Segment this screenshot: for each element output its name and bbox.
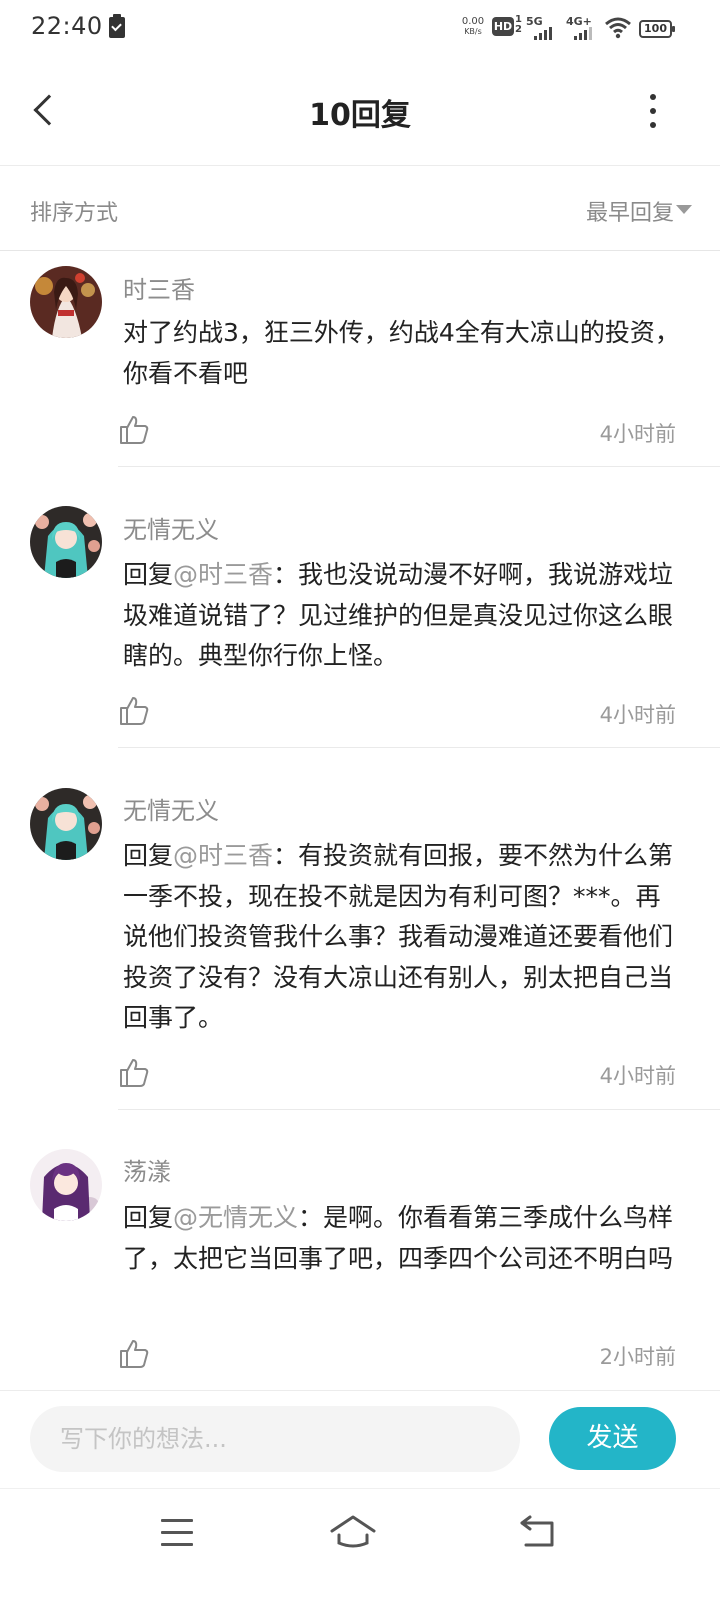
thumbs-up-icon[interactable] xyxy=(118,414,150,446)
home-icon[interactable] xyxy=(328,1509,378,1553)
reply-prefix: 回复 xyxy=(123,1203,174,1232)
comment-item: 无情无义 回复@时三香：我也没说动漫不好啊，我说游戏垃圾难道说错了？见过维护的但… xyxy=(0,492,720,750)
caret-down-icon[interactable] xyxy=(676,205,692,214)
comment-item: 荡漾 回复@无情无义：是啊。你看看第三季成什么鸟样了，太把它当回事了吧，四季四个… xyxy=(0,1134,720,1388)
comment-time: 4小时前 xyxy=(599,1064,676,1088)
status-bar: 22:40 0.00 KB/s HD 1 2 5G 4G+ 100 xyxy=(0,0,720,58)
thumbs-up-icon[interactable] xyxy=(118,1057,150,1089)
avatar[interactable] xyxy=(30,1149,102,1221)
comment-time: 4小时前 xyxy=(599,703,676,727)
thumbs-up-icon[interactable] xyxy=(118,1338,150,1370)
comment-divider xyxy=(118,747,720,748)
sim2-signal-icon xyxy=(574,26,592,40)
comment-username[interactable]: 无情无义 xyxy=(123,791,219,826)
menu-icon[interactable] xyxy=(159,1515,195,1549)
network-speed-value: 0.00 xyxy=(461,16,485,27)
hd-sim-index: 1 2 xyxy=(515,14,522,35)
comment-item: 无情无义 回复@时三香：有投资就有回报，要不然为什么第一季不投，现在投不就是因为… xyxy=(0,773,720,1111)
comment-time: 4小时前 xyxy=(599,422,676,446)
network-speed-unit: KB/s xyxy=(464,27,482,36)
comment-text: 回复@时三香：我也没说动漫不好啊，我说游戏垃圾难道说错了？见过维护的但是真没见过… xyxy=(123,555,683,677)
reply-mention[interactable]: @时三香 xyxy=(173,560,273,589)
comment-time: 2小时前 xyxy=(599,1345,676,1369)
comment-divider xyxy=(118,1109,720,1110)
reply-prefix: 回复 xyxy=(123,841,174,870)
system-nav-bar xyxy=(0,1488,720,1600)
reply-mention[interactable]: @时三香 xyxy=(173,841,273,870)
avatar[interactable] xyxy=(30,506,102,578)
comment-item: 时三香 对了约战3，狂三外传，约战4全有大凉山的投资，你看不看吧 4小时前 xyxy=(0,252,720,468)
top-app-bar: 10回复 xyxy=(0,58,720,166)
return-icon[interactable] xyxy=(516,1513,558,1553)
comment-composer: 发送 xyxy=(0,1390,720,1488)
avatar[interactable] xyxy=(30,788,102,860)
comment-username[interactable]: 荡漾 xyxy=(123,1152,171,1187)
comment-text: 回复@时三香：有投资就有回报，要不然为什么第一季不投，现在投不就是因为有利可图？… xyxy=(123,836,683,1039)
wifi-icon xyxy=(605,17,631,39)
comment-username[interactable]: 无情无义 xyxy=(123,510,219,545)
hd-voice-icon: HD xyxy=(492,17,514,36)
comment-body: 对了约战3，狂三外传，约战4全有大凉山的投资，你看不看吧 xyxy=(123,318,680,388)
sim1-signal-icon xyxy=(534,26,552,40)
comment-input[interactable] xyxy=(30,1406,520,1472)
reply-prefix: 回复 xyxy=(123,560,174,589)
network-speed: 0.00 KB/s xyxy=(457,16,489,37)
avatar[interactable] xyxy=(30,266,102,338)
sort-order-select[interactable]: 最早回复 xyxy=(586,195,674,227)
reply-mention[interactable]: @无情无义 xyxy=(173,1203,298,1232)
sort-bar: 排序方式 最早回复 xyxy=(0,167,720,251)
status-time: 22:40 xyxy=(31,12,103,40)
clipboard-check-icon xyxy=(109,14,125,38)
battery-icon: 100 xyxy=(639,20,675,38)
comment-username[interactable]: 时三香 xyxy=(123,270,195,305)
more-vertical-icon[interactable] xyxy=(636,88,670,134)
page-title: 10回复 xyxy=(309,98,411,133)
thumbs-up-icon[interactable] xyxy=(118,695,150,727)
comment-text: 对了约战3，狂三外传，约战4全有大凉山的投资，你看不看吧 xyxy=(123,313,683,394)
comment-text: 回复@无情无义：是啊。你看看第三季成什么鸟样了，太把它当回事了吧，四季四个公司还… xyxy=(123,1198,683,1279)
sort-label: 排序方式 xyxy=(30,201,119,226)
send-button[interactable]: 发送 xyxy=(549,1407,676,1470)
comment-divider xyxy=(118,466,720,467)
